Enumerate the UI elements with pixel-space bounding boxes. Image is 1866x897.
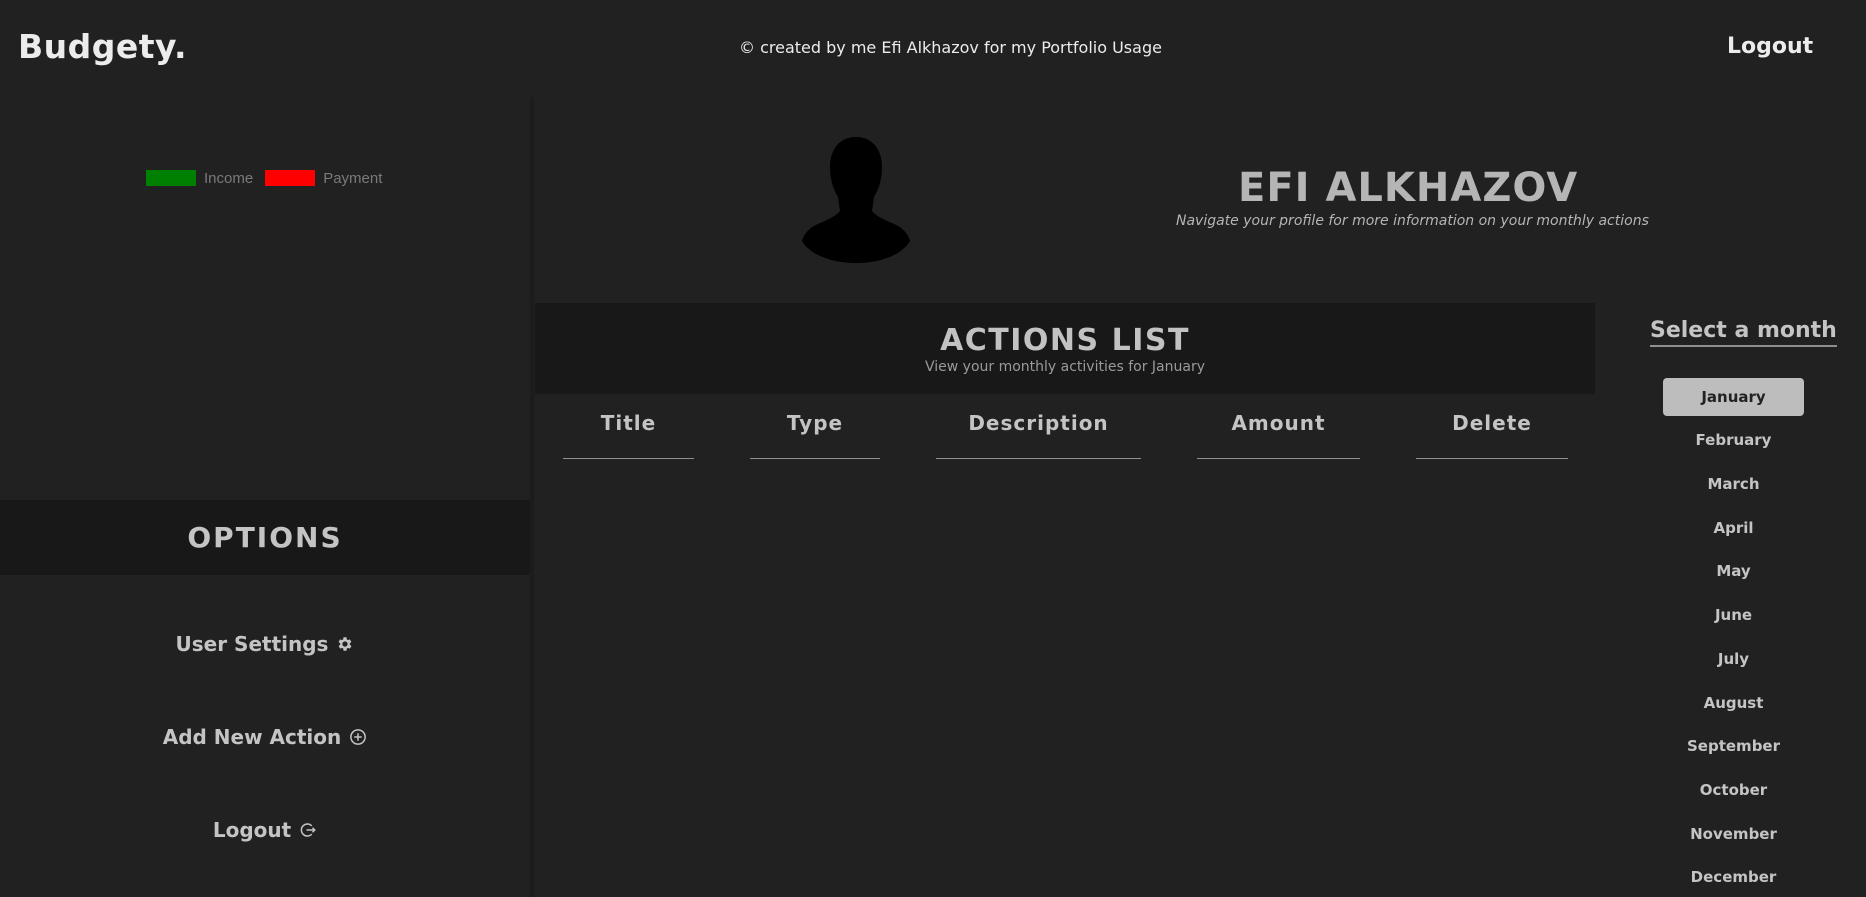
column-header-delete[interactable]: Delete: [1416, 411, 1568, 459]
column-header-title[interactable]: Title: [563, 411, 694, 459]
month-october[interactable]: October: [1663, 771, 1804, 809]
month-november[interactable]: November: [1663, 815, 1804, 853]
add-new-action-button[interactable]: Add New Action: [0, 725, 530, 749]
plus-circle-icon: [349, 728, 367, 746]
user-settings-label: User Settings: [175, 632, 329, 656]
header-logout-link[interactable]: Logout: [1727, 34, 1813, 59]
payment-swatch: [265, 170, 316, 186]
month-april[interactable]: April: [1663, 509, 1804, 547]
user-settings-button[interactable]: User Settings: [0, 632, 530, 656]
options-header: OPTIONS: [0, 500, 530, 575]
avatar: [800, 133, 912, 263]
column-header-description[interactable]: Description: [936, 411, 1141, 459]
logout-icon: [299, 821, 317, 839]
profile-subtitle: Navigate your profile for more informati…: [1176, 213, 1649, 229]
top-header: Budgety. © created by me Efi Alkhazov fo…: [0, 0, 1866, 97]
credit-text: © created by me Efi Alkhazov for my Port…: [739, 38, 1162, 57]
chart-legend: Income Payment: [146, 168, 394, 188]
brand-logo[interactable]: Budgety.: [18, 27, 187, 66]
add-new-action-label: Add New Action: [162, 725, 342, 749]
actions-list-header: ACTIONS LIST View your monthly activitie…: [535, 303, 1595, 394]
month-june[interactable]: June: [1663, 596, 1804, 634]
month-march[interactable]: March: [1663, 465, 1804, 503]
payment-legend-label: Payment: [323, 169, 383, 187]
income-swatch: [146, 170, 196, 186]
options-title: OPTIONS: [187, 521, 343, 554]
month-july[interactable]: July: [1663, 640, 1804, 678]
month-february[interactable]: February: [1663, 421, 1804, 459]
sidebar-divider: [530, 97, 534, 897]
actions-list-subtitle: View your monthly activities for January: [924, 359, 1205, 375]
column-header-amount[interactable]: Amount: [1197, 411, 1360, 459]
month-selector-title: Select a month: [1650, 318, 1837, 347]
actions-list-title: ACTIONS LIST: [940, 323, 1190, 358]
sidebar-logout-button[interactable]: Logout: [0, 818, 530, 842]
month-january[interactable]: January: [1663, 378, 1804, 416]
income-legend-label: Income: [204, 169, 254, 187]
gear-icon: [336, 635, 354, 653]
month-september[interactable]: September: [1663, 727, 1804, 765]
profile-name: EFI ALKHAZOV: [1238, 165, 1579, 211]
column-header-type[interactable]: Type: [750, 411, 880, 459]
month-august[interactable]: August: [1663, 684, 1804, 722]
month-may[interactable]: May: [1663, 552, 1804, 590]
month-december[interactable]: December: [1663, 858, 1804, 896]
sidebar-logout-label: Logout: [212, 818, 292, 842]
